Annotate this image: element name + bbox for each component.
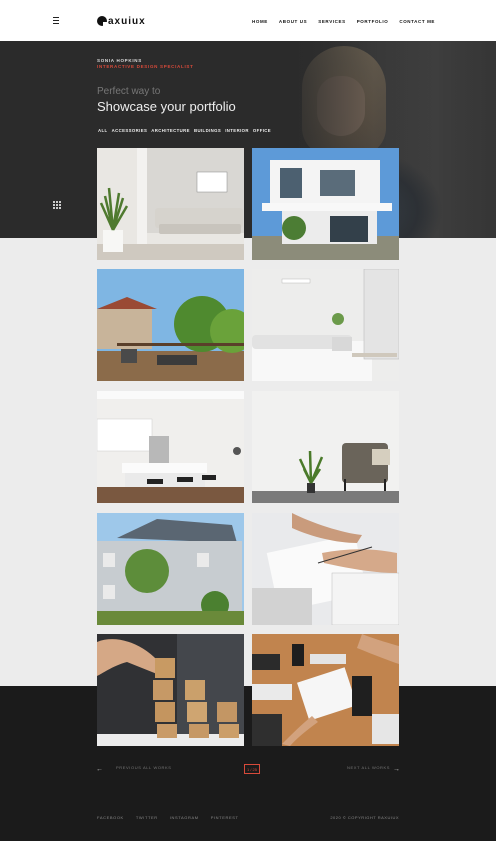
portfolio-item-wooden-blocks[interactable] [97,634,244,746]
portfolio-item-armchair[interactable] [252,391,399,503]
social-links: FACEBOOK TWITTER INSTAGRAM PINTEREST [97,815,251,820]
logo-text: axuiux [108,15,146,27]
social-pinterest[interactable]: PINTEREST [211,815,239,820]
prev-arrow-icon[interactable]: ← [96,766,103,773]
nav-contact-me[interactable]: CONTACT ME [399,19,435,24]
logo-mark-icon [97,16,108,27]
hero-headline: Showcase your portfolio [97,99,236,114]
logo[interactable]: axuiux [97,15,146,27]
hamburger-menu-icon[interactable] [53,17,59,24]
filter-architecture[interactable]: ARCHITECTURE [151,128,190,133]
portfolio-filters: ALL ACCESSORIES ARCHITECTURE BUILDINGS I… [98,128,275,133]
author-role: INTERACTIVE DESIGN SPECIALIST [97,64,194,69]
next-works-link[interactable]: NEXT ALL WORKS [347,765,390,770]
previous-works-link[interactable]: PREVIOUS ALL WORKS [116,765,172,770]
grid-dots-icon[interactable] [53,201,61,209]
filter-accessories[interactable]: ACCESSORIES [112,128,148,133]
portfolio-item-designers-desk[interactable] [252,634,399,746]
copyright-text: 2020 © COPYRIGHT RAXUIUX [330,815,399,820]
main-nav: HOME ABOUT US SERVICES PORTFOLIO CONTACT… [252,19,446,24]
portfolio-item-terrace[interactable] [97,269,244,381]
social-twitter[interactable]: TWITTER [136,815,158,820]
nav-services[interactable]: SERVICES [318,19,345,24]
social-facebook[interactable]: FACEBOOK [97,815,124,820]
social-instagram[interactable]: INSTAGRAM [170,815,199,820]
portfolio-item-drawing-plans[interactable] [252,513,399,625]
portfolio-item-grey-house[interactable] [97,513,244,625]
filter-office[interactable]: OFFICE [253,128,271,133]
author-name: SONIA HOPKINS [97,58,142,63]
hero-tagline: Perfect way to [97,86,161,97]
nav-home[interactable]: HOME [252,19,268,24]
nav-about-us[interactable]: ABOUT US [279,19,307,24]
next-arrow-icon[interactable]: → [393,766,400,773]
portfolio-item-bedroom[interactable] [252,269,399,381]
top-bar: axuiux HOME ABOUT US SERVICES PORTFOLIO … [0,0,496,41]
page-indicator: 1 / 25 [244,764,260,774]
portfolio-item-living-room[interactable] [97,148,244,260]
portfolio-item-white-house[interactable] [252,148,399,260]
filter-interior[interactable]: INTERIOR [225,128,249,133]
filter-all[interactable]: ALL [98,128,108,133]
filter-buildings[interactable]: BUILDINGS [194,128,221,133]
hero-section [0,41,496,238]
portfolio-item-kitchen[interactable] [97,391,244,503]
nav-portfolio[interactable]: PORTFOLIO [357,19,389,24]
